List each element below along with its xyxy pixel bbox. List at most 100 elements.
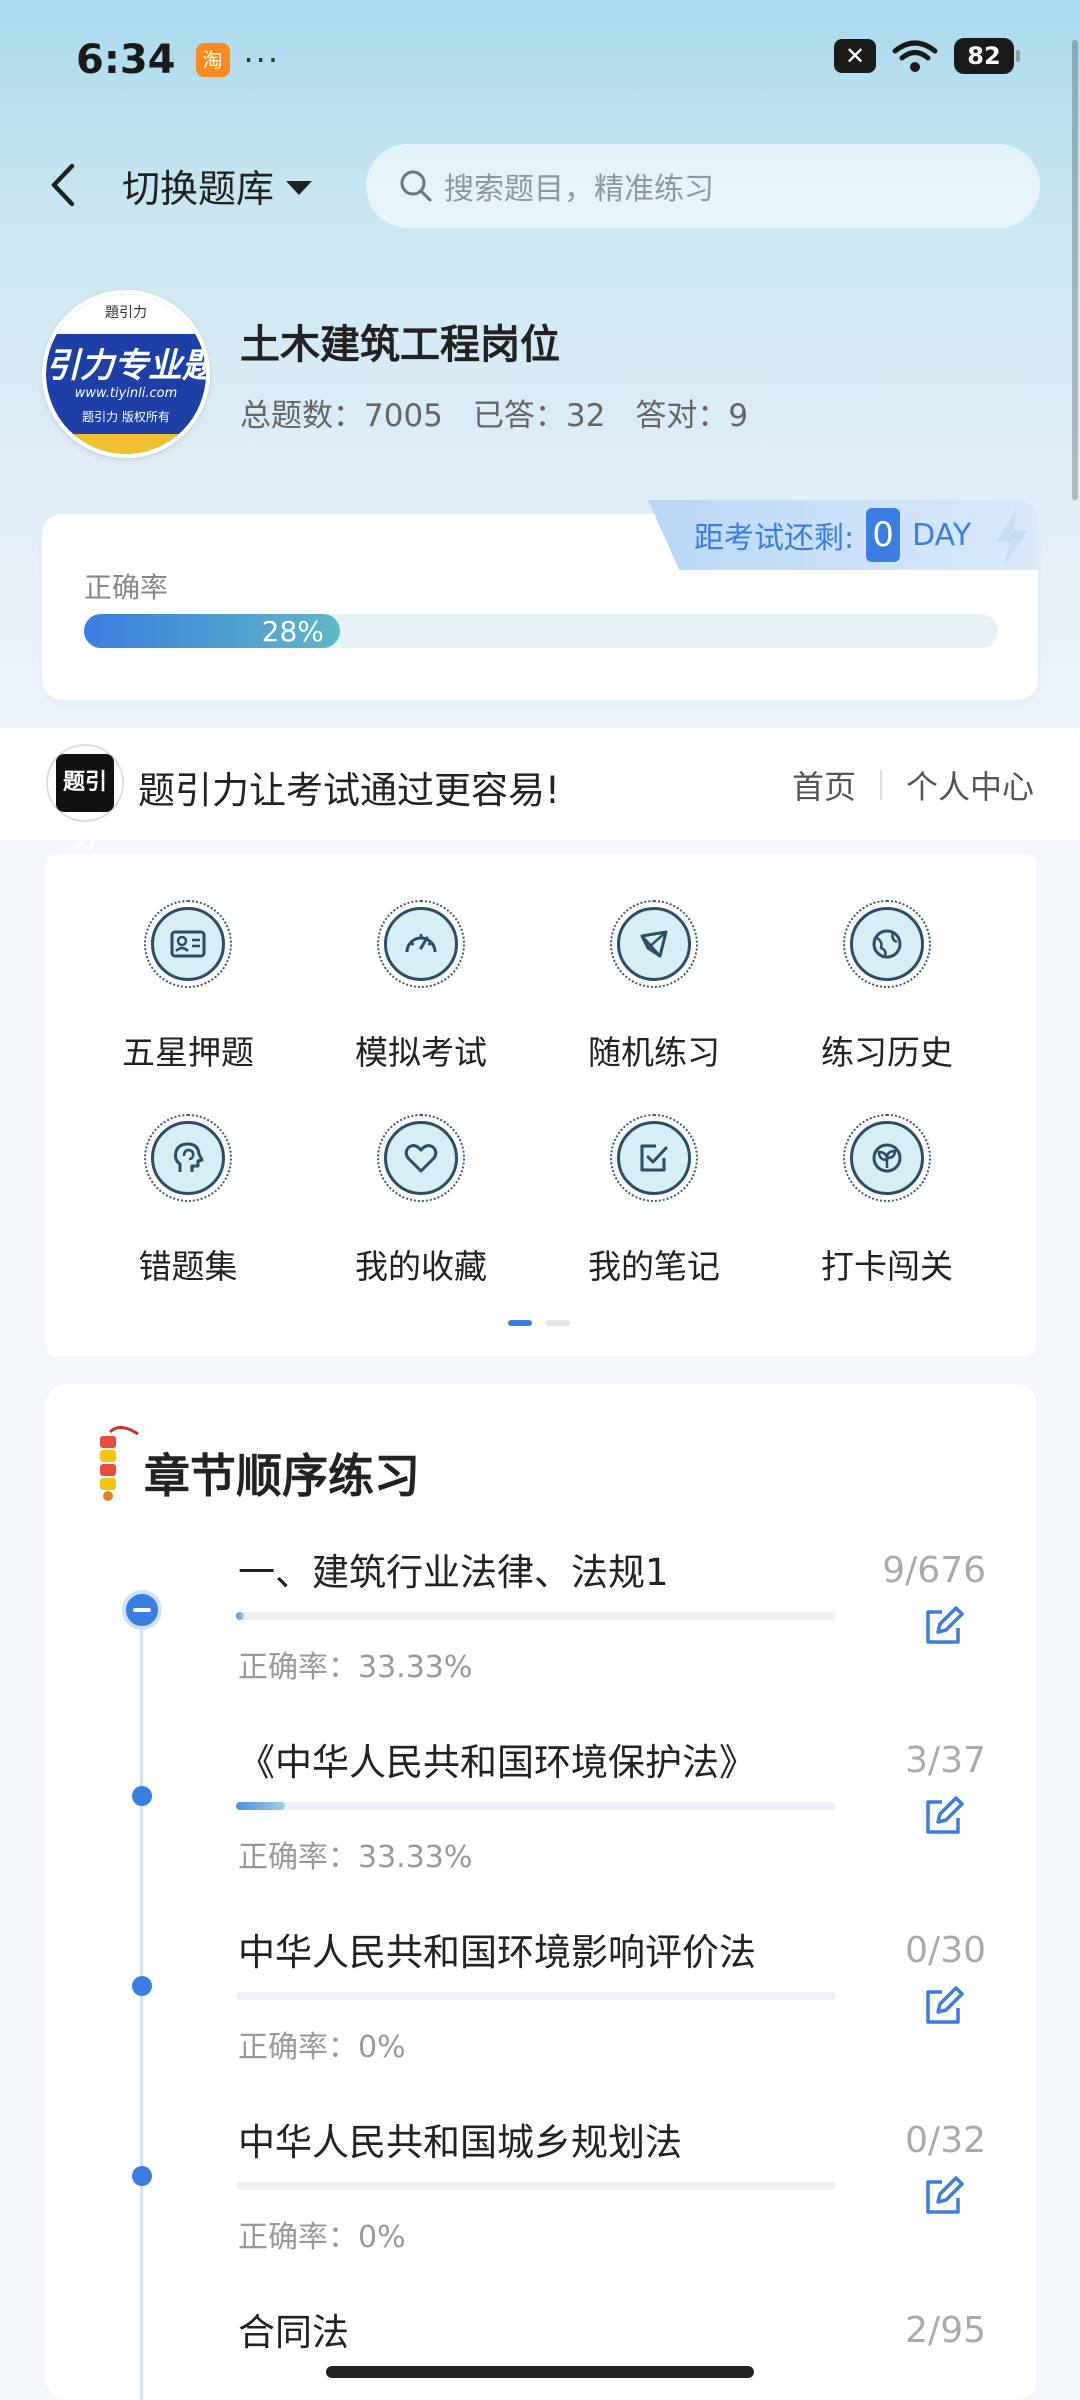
chapter-progress-fill: [236, 1612, 244, 1620]
accuracy-progress-bar: 28%: [84, 614, 998, 648]
chapter-progress-bar: [236, 2182, 836, 2190]
chapter-count: 0/30: [905, 1930, 986, 1971]
wifi-icon: [892, 40, 938, 72]
edit-icon[interactable]: [922, 1604, 966, 1648]
brand-nav: 首页 个人中心: [792, 762, 1034, 808]
question-bank-stats: 总题数：7005 已答：32 答对：9: [240, 390, 748, 435]
more-notifications-icon: ···: [243, 41, 281, 79]
timeline-dot: [132, 1786, 152, 1806]
chapter-practice-card: 章节顺序练习 一、建筑行业法律、法规1 正确率：33.33% 9/676 《中华…: [46, 1384, 1036, 2400]
gauge-icon: [405, 934, 437, 953]
home-indicator[interactable]: [326, 2366, 754, 2378]
status-indicators: ✕ 82: [834, 38, 1020, 74]
total-questions: 总题数：7005: [240, 398, 443, 434]
grid-label: 练习历史: [821, 1033, 953, 1072]
grid-item-notes[interactable]: 我的笔记: [554, 1088, 754, 1286]
globe-icon: [872, 929, 902, 959]
no-sim-icon: ✕: [834, 39, 876, 73]
countdown-label: 距考试还剩:: [694, 521, 855, 556]
edit-icon[interactable]: [922, 1794, 966, 1838]
question-bank-title: 土木建筑工程岗位: [240, 322, 560, 368]
switch-bank-dropdown[interactable]: 切换题库: [122, 158, 313, 213]
grid-label: 错题集: [138, 1247, 238, 1286]
grid-label: 我的笔记: [588, 1247, 720, 1286]
timeline-dot: [132, 2166, 152, 2186]
top-navigation: 切换题库 搜索题目，精准练习: [0, 140, 1080, 230]
feature-grid: 五星押题 模拟考试 随机练习 练习历史 错题集 我的收藏 我的笔记 打卡闯关: [46, 854, 1036, 1356]
grid-item-random-practice[interactable]: 随机练习: [554, 874, 754, 1072]
grid-item-five-star[interactable]: 五星押题: [88, 874, 288, 1072]
chapter-count: 9/676: [882, 1550, 986, 1591]
countdown-unit: DAY: [912, 517, 972, 553]
answered-count: 已答：32: [472, 398, 606, 434]
nav-divider: [879, 770, 882, 800]
nav-home-link[interactable]: 首页: [792, 762, 856, 808]
accuracy-progress-fill: 28%: [84, 614, 340, 648]
chapter-accuracy: 正确率：33.33%: [238, 1840, 473, 1875]
search-input[interactable]: 搜索题目，精准练习: [366, 144, 1040, 228]
brand-logo: 题引力: [46, 744, 124, 853]
search-icon: [400, 170, 432, 202]
chapter-name: 中华人民共和国环境影响评价法: [238, 1931, 756, 1974]
chapter-count: 3/37: [905, 1740, 986, 1781]
taobao-icon: 淘: [195, 43, 230, 77]
nav-personal-center-link[interactable]: 个人中心: [906, 762, 1034, 808]
grid-item-favorites[interactable]: 我的收藏: [321, 1088, 521, 1286]
grid-label: 我的收藏: [355, 1247, 487, 1286]
chapter-item[interactable]: 一、建筑行业法律、法规1 正确率：33.33% 9/676: [46, 1542, 1036, 1732]
collapse-icon[interactable]: [122, 1590, 162, 1630]
timeline-dot: [132, 1976, 152, 1996]
brand-slogan: 题引力让考试通过更容易!: [138, 769, 560, 812]
chapter-item[interactable]: 中华人民共和国城乡规划法 正确率：0% 0/32: [46, 2112, 1036, 2302]
grid-item-practice-history[interactable]: 练习历史: [787, 874, 987, 1072]
chapter-progress-fill: [236, 1802, 285, 1810]
chapter-section-title: 章节顺序练习: [144, 1449, 420, 1503]
chapter-accuracy: 正确率：0%: [238, 2030, 406, 2065]
chapter-name: 合同法: [238, 2311, 349, 2354]
chapter-progress-bar: [236, 1612, 836, 1620]
chapter-count: 2/95: [905, 2310, 986, 2351]
countdown-days: 0: [866, 508, 901, 562]
scrollbar[interactable]: [1072, 40, 1078, 500]
chapter-item[interactable]: 《中华人民共和国环境保护法》 正确率：33.33% 3/37: [46, 1732, 1036, 1922]
chapter-name: 一、建筑行业法律、法规1: [238, 1551, 669, 1594]
switch-bank-label: 切换题库: [122, 167, 275, 211]
logo-main-text: 引力专业题: [46, 346, 206, 386]
question-bank-logo: 題引力 引力专业题 www.tiyinli.com 题引力 版权所有: [42, 290, 210, 458]
plant-icon: [872, 1143, 902, 1173]
grid-item-wrong-questions[interactable]: 错题集: [88, 1088, 288, 1286]
firecracker-icon: [100, 1426, 139, 1501]
caret-down-icon: [286, 180, 313, 195]
chapter-item[interactable]: 中华人民共和国环境影响评价法 正确率：0% 0/30: [46, 1922, 1036, 2112]
chapter-accuracy: 正确率：33.33%: [238, 1650, 473, 1685]
grid-item-mock-exam[interactable]: 模拟考试: [321, 874, 521, 1072]
page-indicator: [508, 1320, 570, 1326]
lightning-icon: [996, 510, 1028, 566]
edit-icon[interactable]: [922, 2174, 966, 2218]
grid-label: 随机练习: [588, 1033, 720, 1072]
accuracy-card: 距考试还剩: 0 DAY 正确率 28%: [42, 500, 1038, 700]
chapter-name: 中华人民共和国城乡规划法: [238, 2121, 682, 2164]
back-arrow-icon[interactable]: [44, 162, 84, 208]
logo-url-text: www.tiyinli.com: [74, 386, 178, 401]
brand-bar: 题引力 题引力让考试通过更容易! 首页 个人中心: [0, 728, 1080, 853]
chapter-item[interactable]: 合同法 2/95: [46, 2302, 1036, 2400]
logo-copyright-text: 题引力 版权所有: [82, 410, 170, 424]
head-icon: [174, 1142, 204, 1172]
chapter-name: 《中华人民共和国环境保护法》: [238, 1741, 756, 1784]
question-bank-profile: 題引力 引力专业题 www.tiyinli.com 题引力 版权所有 土木建筑工…: [42, 290, 1042, 460]
note-icon: [640, 1144, 668, 1172]
correct-count: 答对：9: [635, 398, 749, 434]
battery-indicator: 82: [954, 38, 1020, 74]
brand-logo-text: 题引力: [56, 754, 114, 853]
exam-countdown: 距考试还剩: 0 DAY: [648, 500, 1038, 570]
page-dot: [546, 1320, 570, 1326]
status-time: 6:34: [76, 37, 176, 83]
grid-label: 模拟考试: [355, 1033, 487, 1072]
grid-label: 打卡闯关: [821, 1247, 953, 1286]
status-bar: 6:34 淘 ··· ✕ 82: [0, 0, 1080, 120]
grid-item-checkin[interactable]: 打卡闯关: [787, 1088, 987, 1286]
search-placeholder: 搜索题目，精准练习: [444, 172, 714, 207]
edit-icon[interactable]: [922, 1984, 966, 2028]
chapter-count: 0/32: [905, 2120, 986, 2161]
